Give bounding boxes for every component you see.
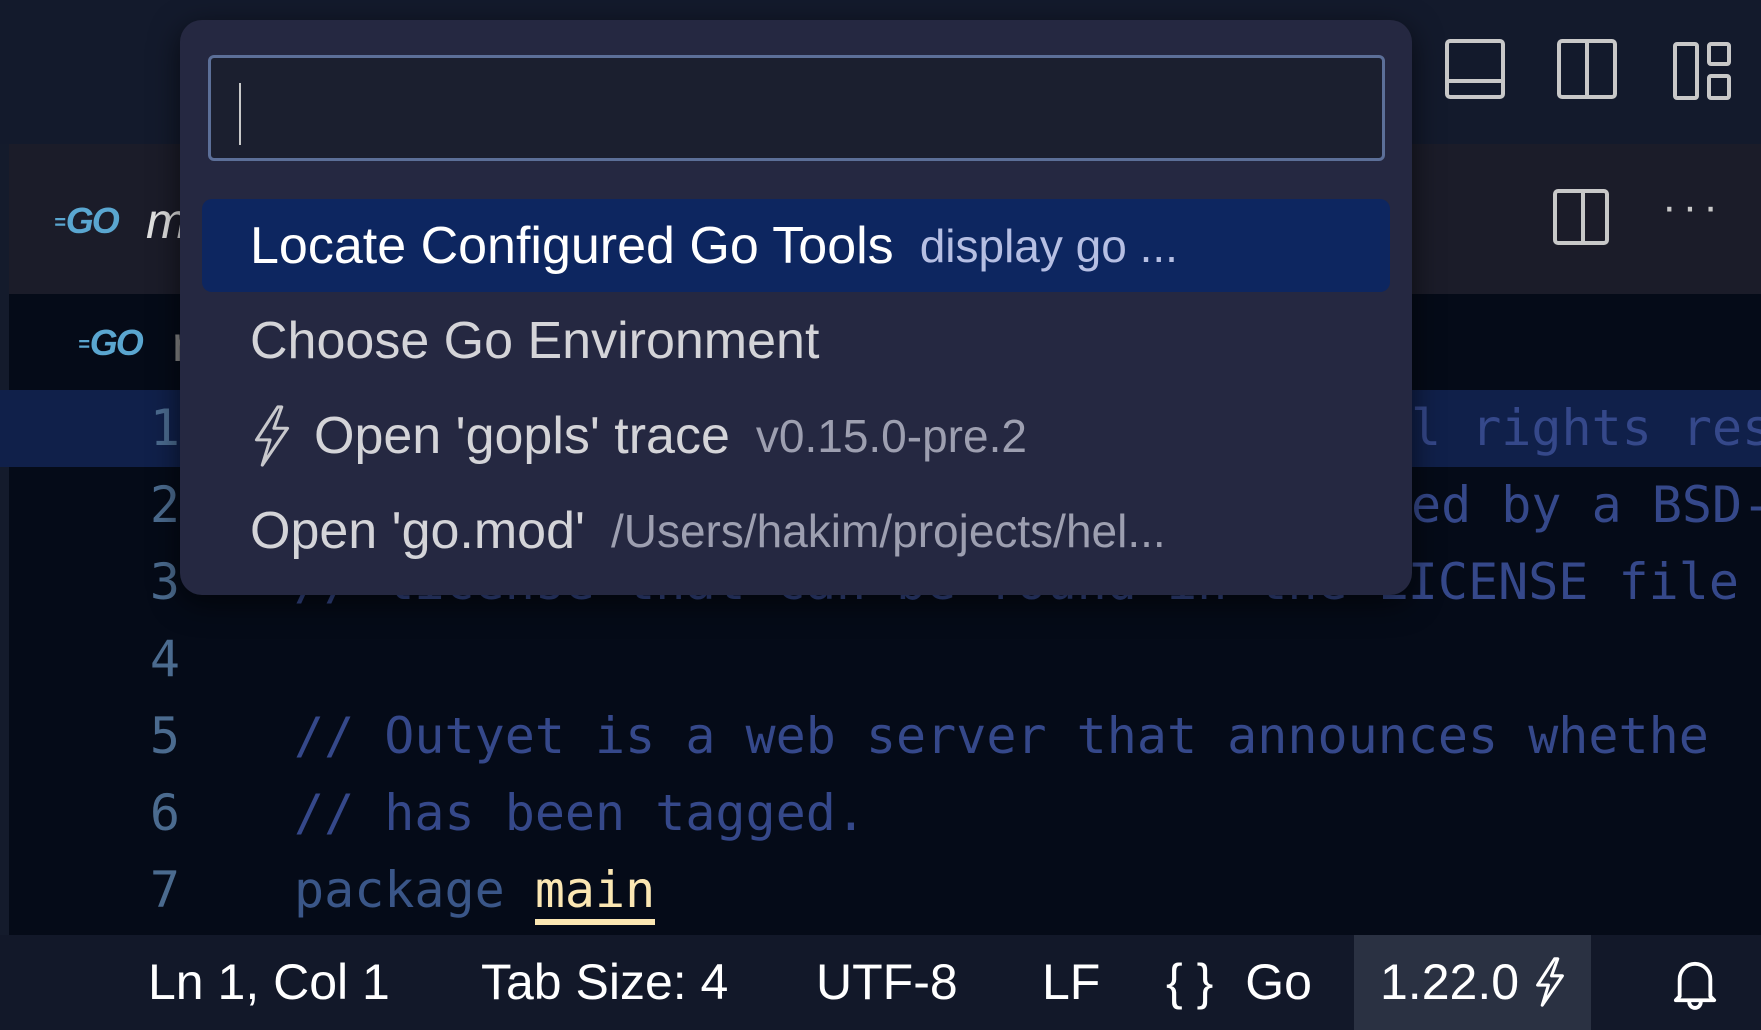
code-line: 5 // Outyet is a web server that announc… — [0, 698, 1761, 775]
item-label: Choose Go Environment — [250, 311, 820, 370]
palette-item-locate-go-tools[interactable]: Locate Configured Go Tools display go ..… — [202, 199, 1390, 292]
status-eol[interactable]: LF — [1042, 935, 1100, 1030]
status-cursor-position[interactable]: Ln 1, Col 1 — [148, 935, 390, 1030]
palette-item-choose-go-env[interactable]: Choose Go Environment — [202, 294, 1390, 387]
palette-item-open-go-mod[interactable]: Open 'go.mod' /Users/hakim/projects/hel.… — [202, 484, 1390, 577]
more-actions-icon[interactable]: ··· — [1662, 182, 1724, 232]
item-description: display go ... — [919, 219, 1178, 272]
line-number: 1 — [149, 399, 180, 457]
braces-icon: { } — [1166, 954, 1214, 1010]
line-number: 7 — [149, 861, 180, 919]
status-bar: Ln 1, Col 1 Tab Size: 4 UTF-8 LF { } Go … — [0, 935, 1761, 1030]
line-number: 2 — [149, 476, 180, 534]
keyword: package — [294, 861, 505, 919]
go-file-icon: =GO — [54, 200, 120, 241]
status-encoding[interactable]: UTF-8 — [816, 935, 958, 1030]
go-version-label: 1.22.0 — [1380, 954, 1520, 1010]
item-label: Locate Configured Go Tools — [250, 216, 894, 275]
item-description: /Users/hakim/projects/hel... — [610, 504, 1166, 557]
item-label: Open 'gopls' trace — [314, 406, 730, 465]
line-number: 3 — [149, 553, 180, 611]
status-tab-size[interactable]: Tab Size: 4 — [481, 935, 728, 1030]
line-number: 4 — [149, 630, 180, 688]
split-editor-icon[interactable] — [1553, 189, 1609, 245]
bell-icon[interactable] — [1672, 955, 1718, 1011]
item-label: Open 'go.mod' — [250, 501, 585, 560]
toggle-panel-icon[interactable] — [1445, 39, 1505, 99]
code-text: l rights res — [1411, 399, 1761, 457]
lightning-icon — [1536, 957, 1564, 1007]
code-text: // Outyet is a web server that announces… — [294, 707, 1709, 765]
code-line: 4 — [0, 621, 1761, 698]
palette-item-open-gopls-trace[interactable]: Open 'gopls' trace v0.15.0-pre.2 — [202, 389, 1390, 482]
command-palette: Locate Configured Go Tools display go ..… — [180, 20, 1412, 595]
status-language[interactable]: { } Go — [1166, 935, 1312, 1030]
identifier[interactable]: main — [534, 861, 656, 925]
status-go-version[interactable]: 1.22.0 — [1354, 935, 1591, 1030]
line-number: 6 — [149, 784, 180, 842]
code-line: 6 // has been tagged. — [0, 775, 1761, 852]
command-palette-input[interactable] — [208, 55, 1385, 161]
code-text: ed by a BSD- — [1411, 476, 1761, 534]
toggle-secondary-sidebar-icon[interactable] — [1557, 39, 1617, 99]
text-caret — [239, 83, 241, 145]
language-label: Go — [1245, 954, 1312, 1010]
lightning-icon — [254, 404, 290, 467]
line-number: 5 — [149, 707, 180, 765]
breadcrumb-go-icon: =GO — [78, 322, 144, 363]
customize-layout-icon[interactable] — [1673, 42, 1733, 102]
item-description: v0.15.0-pre.2 — [755, 409, 1027, 462]
code-text: // has been tagged. — [294, 784, 866, 842]
code-line: 7 package main — [0, 852, 1761, 929]
